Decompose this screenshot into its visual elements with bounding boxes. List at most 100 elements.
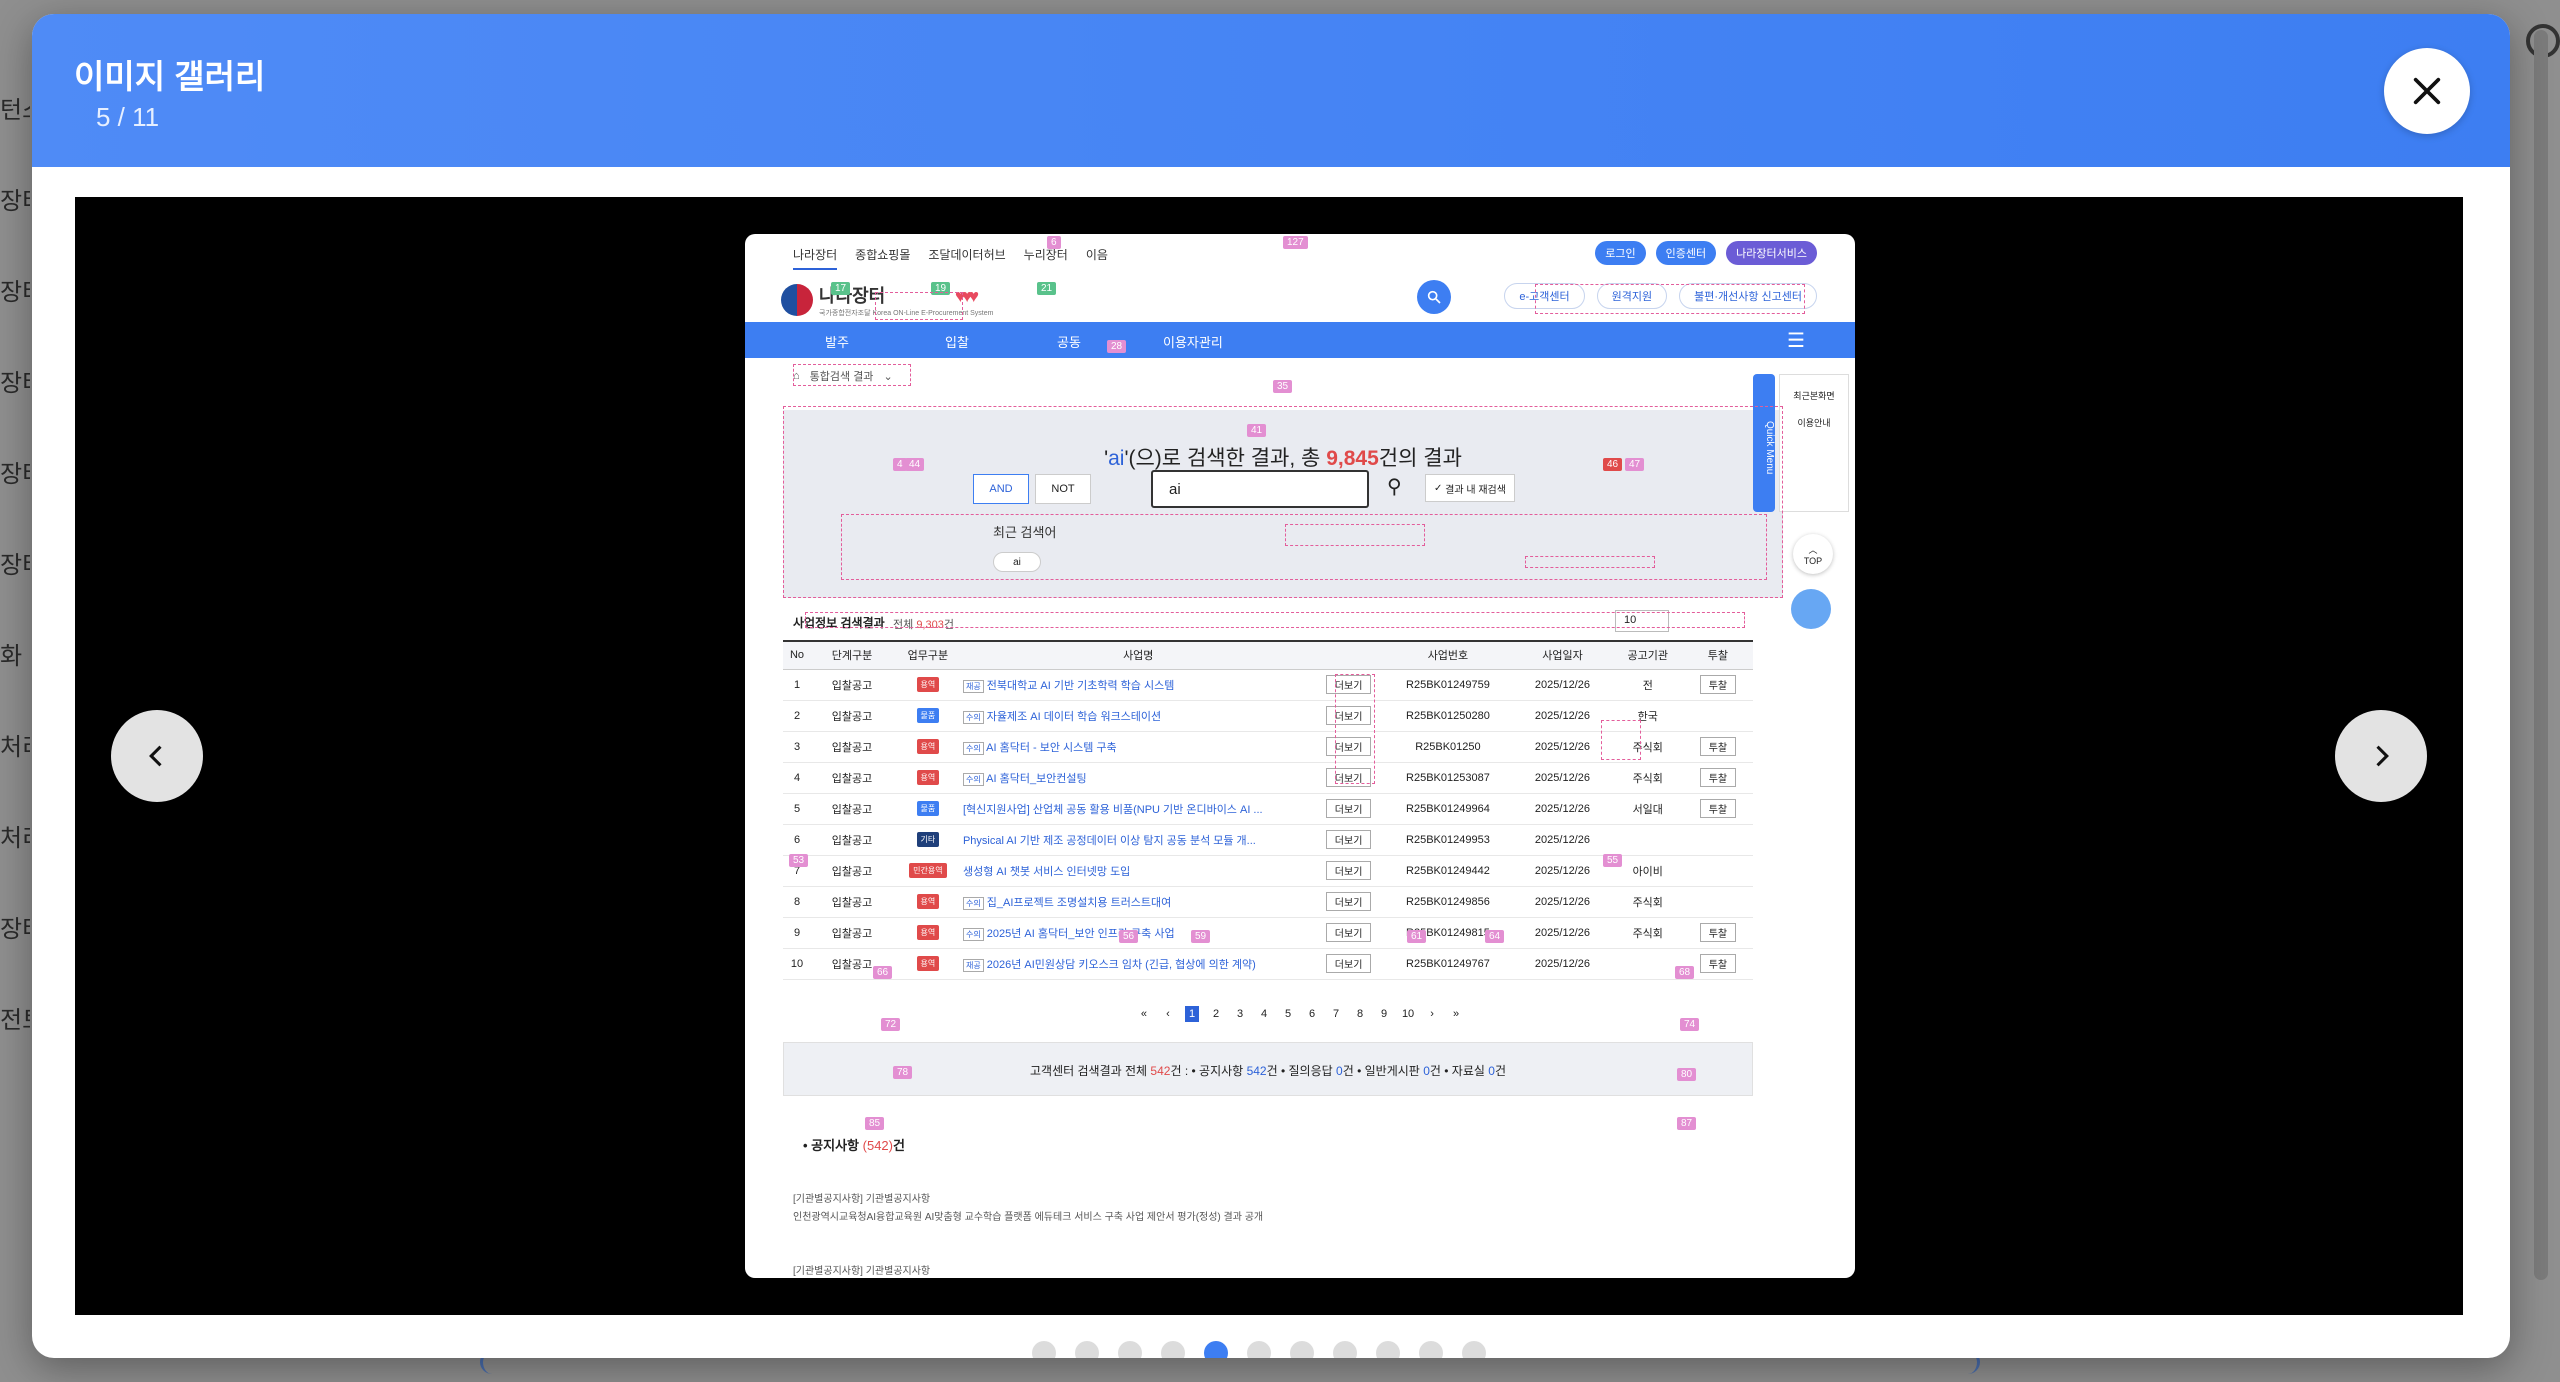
background-sidebar-label: 턴스: [0, 97, 30, 124]
gallery-dot[interactable]: [1247, 1341, 1271, 1358]
menu-icon: ☰: [1787, 330, 1805, 352]
gallery-dot[interactable]: [1204, 1341, 1228, 1358]
gallery-dot[interactable]: [1333, 1341, 1357, 1358]
chatbot-icon: [1791, 589, 1831, 629]
pager-arrow-icon: «: [1140, 1008, 1147, 1020]
table-header: 공고기관: [1612, 640, 1683, 670]
row-bid: 투찰: [1682, 731, 1753, 763]
row-kind: 용역: [892, 731, 963, 763]
notice-line: [기관별공지사항] 기관별공지사항: [793, 1194, 931, 1205]
gallery-dots: [1032, 1341, 1486, 1358]
gallery-dot[interactable]: [1161, 1341, 1185, 1358]
row-name: 수의 AI 홈닥터 - 보안 시스템 구축: [962, 731, 1314, 763]
gallery-dot[interactable]: [1376, 1341, 1400, 1358]
nav-item: 입찰: [945, 335, 969, 350]
gallery-dot[interactable]: [1118, 1341, 1142, 1358]
annotation-tag: 56: [1119, 930, 1139, 943]
gallery-dot[interactable]: [1032, 1341, 1056, 1358]
nav-item: 공동: [1057, 335, 1081, 350]
kind-badge: 용역: [916, 770, 940, 785]
table-row: 10 입찰공고 용역 재공 2026년 AI민원상담 키오스크 임차 (긴급, 협상에…: [783, 948, 1753, 980]
row-org: 전: [1612, 669, 1683, 701]
annotation-tag: 53: [789, 854, 809, 867]
cs-total: 542: [1150, 1064, 1171, 1078]
background-sidebar-label: 처리: [0, 734, 30, 761]
row-bid: 투찰: [1682, 669, 1753, 701]
page-number: 4: [1261, 1008, 1268, 1020]
row-name: 재공 2026년 AI민원상담 키오스크 임차 (긴급, 협상에 의한 계약): [962, 948, 1314, 980]
background-sidebar-label: 장터: [0, 188, 30, 215]
row-kind: 물품: [892, 793, 963, 825]
notice-line: 인천광역시교육청AI융합교육원 AI맞춤형 교수학습 플랫폼 에듀테크 서비스 …: [793, 1212, 1264, 1223]
top-pill: 나라장터서비스: [1726, 241, 1817, 265]
annotation-tag: 17: [831, 282, 851, 295]
next-image-button[interactable]: [2335, 710, 2427, 802]
logo-emblem-icon: [781, 284, 813, 316]
row-prefix: 수의: [962, 927, 984, 941]
top-pill: 로그인: [1595, 241, 1646, 265]
cs-unit: 건 :: [1170, 1064, 1189, 1078]
row-date: 2025/12/26: [1512, 731, 1613, 763]
row-name: 수의 2025년 AI 홈닥터_보안 인프라 구축 사업: [962, 917, 1314, 949]
row-org: 주식회: [1612, 917, 1683, 949]
kind-badge: 용역: [916, 894, 940, 909]
top-link: 나라장터: [793, 246, 838, 270]
row-bid: [1682, 700, 1753, 732]
bid-button: 투찰: [1699, 799, 1737, 818]
row-prefix: 수의: [962, 741, 984, 755]
table-header: No: [783, 640, 812, 670]
background-scrollbar: [2534, 30, 2548, 1280]
more-button: 더보기: [1325, 861, 1372, 880]
previous-image-button[interactable]: [111, 710, 203, 802]
results-table: No 단계구분 업무구분 사업명 사업번호 사업일자 공고기관 투찰 1 입찰공고 용역 재공 전북…: [783, 640, 1753, 980]
annotation-box: [1285, 524, 1425, 546]
more-button: 더보기: [1325, 892, 1372, 911]
page-number: 10: [1401, 1008, 1415, 1020]
chevron-up-icon: ︿: [1808, 544, 1818, 555]
annotation-box: [805, 612, 1745, 628]
table-row: 8 입찰공고 용역 수의 집_AI프로젝트 조명설치용 트러스트대여 더보기 R25BK0…: [783, 886, 1753, 918]
top-pills: 로그인 인증센터 나라장터서비스: [1595, 241, 1817, 265]
table-row: 6 입찰공고 기타 Physical AI 기반 제조 공정데이터 이상 탐지 공동 …: [783, 824, 1753, 856]
more-button: 더보기: [1325, 830, 1372, 849]
row-more: 더보기: [1313, 793, 1384, 825]
more-button: 더보기: [1325, 799, 1372, 818]
gallery-dot[interactable]: [1462, 1341, 1486, 1358]
background-sidebar-label: 장터: [0, 461, 30, 488]
table-row: 1 입찰공고 용역 재공 전북대학교 AI 기반 기초학력 학습 시스템 더보기 R25B…: [783, 669, 1753, 701]
cs-item-count: 0: [1336, 1064, 1343, 1078]
search-button: [1417, 280, 1451, 314]
chevron-left-icon: [149, 745, 162, 767]
annotation-tag: 78: [893, 1066, 913, 1079]
bid-button: 투찰: [1699, 954, 1737, 973]
kind-badge: 기타: [916, 832, 940, 847]
gallery-dot[interactable]: [1419, 1341, 1443, 1358]
row-kind: 용역: [892, 762, 963, 794]
row-name: Physical AI 기반 제조 공정데이터 이상 탐지 공동 분석 모듈 개…: [962, 824, 1314, 856]
annotation-tag: 80: [1677, 1068, 1697, 1081]
gallery-dot[interactable]: [1290, 1341, 1314, 1358]
quick-item-recent: 최근본화면: [1793, 391, 1835, 401]
close-button[interactable]: [2384, 48, 2470, 134]
row-date: 2025/12/26: [1512, 762, 1613, 794]
annotation-tag: 87: [1677, 1117, 1697, 1130]
annotation-tag: 61: [1407, 930, 1427, 943]
gallery-dot[interactable]: [1075, 1341, 1099, 1358]
background-sidebar: 턴스장터장터장터장터장터화 I처리처리장터전토: [0, 90, 30, 1091]
row-name: [혁신지원사업] 산업체 공동 활용 비품(NPU 기반 온디바이스 AI ..…: [962, 793, 1314, 825]
cs-label: 고객센터 검색결과 전체: [1030, 1064, 1148, 1078]
row-stage: 입찰공고: [811, 669, 893, 701]
row-date: 2025/12/26: [1512, 824, 1613, 856]
table-header: 사업번호: [1383, 640, 1513, 670]
cs-item-unit: 건: [1266, 1064, 1278, 1078]
page-number: 5: [1285, 1008, 1292, 1020]
annotation-tag: 21: [1037, 282, 1057, 295]
row-number: R25BK01253087: [1383, 762, 1513, 794]
row-stage: 입찰공고: [811, 762, 893, 794]
bid-button: 투찰: [1699, 923, 1737, 942]
row-date: 2025/12/26: [1512, 886, 1613, 918]
cs-item-label: 질의응답: [1288, 1064, 1333, 1078]
annotation-tag: 28: [1107, 340, 1127, 353]
annotation-tag: 35: [1273, 380, 1293, 393]
row-no: 6: [783, 824, 812, 856]
